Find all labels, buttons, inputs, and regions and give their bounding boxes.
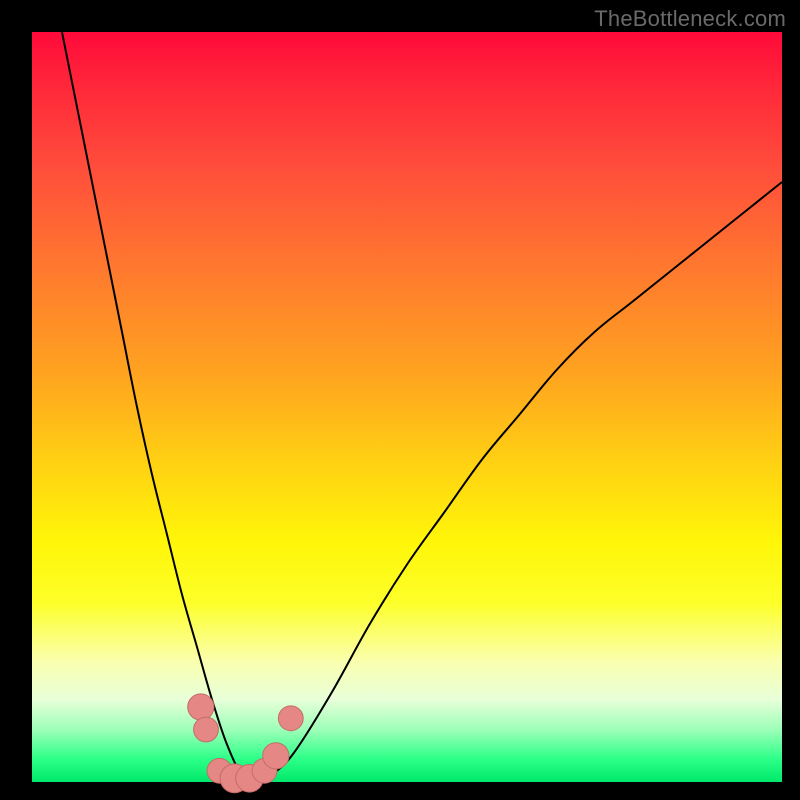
plot-area bbox=[32, 32, 782, 782]
data-marker bbox=[278, 706, 303, 731]
curve-layer bbox=[32, 32, 782, 782]
data-marker bbox=[188, 694, 214, 720]
data-marker bbox=[263, 743, 289, 769]
chart-frame: TheBottleneck.com bbox=[0, 0, 800, 800]
data-marker bbox=[194, 717, 219, 742]
watermark-text: TheBottleneck.com bbox=[594, 6, 786, 32]
bottleneck-curve-path bbox=[62, 32, 782, 782]
marker-group bbox=[188, 694, 303, 793]
